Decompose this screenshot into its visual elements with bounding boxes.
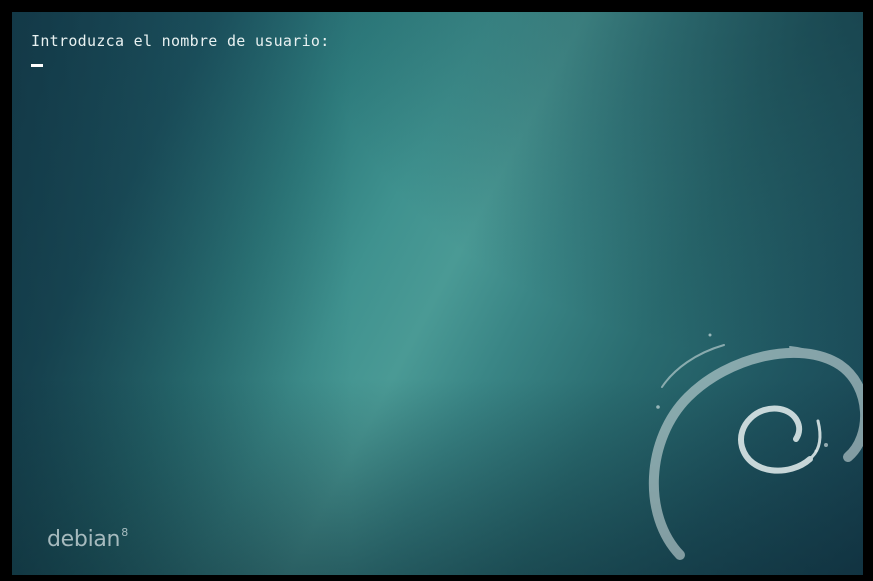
- monitor-frame: Introduzca el nombre de usuario: debian8: [0, 0, 873, 581]
- text-cursor: [31, 64, 43, 67]
- username-prompt: Introduzca el nombre de usuario:: [31, 32, 330, 50]
- logo-name: debian: [47, 527, 121, 552]
- username-input[interactable]: [31, 54, 431, 72]
- logo-version: 8: [121, 525, 128, 539]
- debian-logo: debian8: [47, 525, 128, 552]
- login-screen: Introduzca el nombre de usuario: debian8: [12, 12, 863, 575]
- debian-swirl-icon: [648, 333, 863, 560]
